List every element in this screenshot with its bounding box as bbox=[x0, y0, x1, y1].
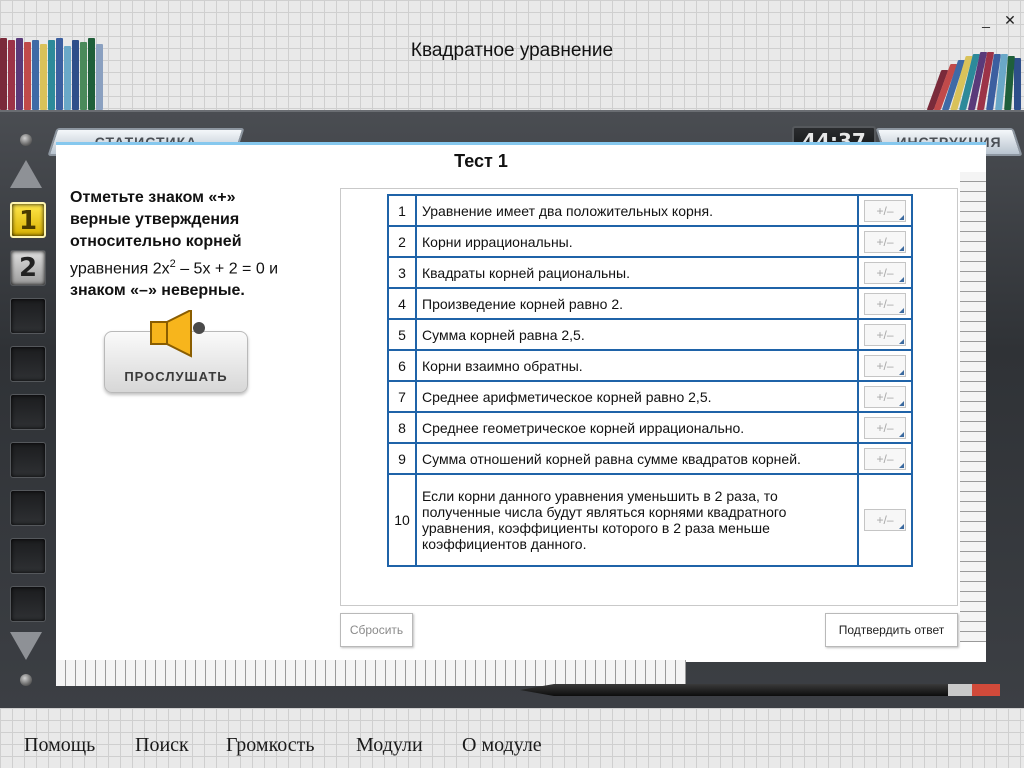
reset-button[interactable]: Сбросить bbox=[340, 613, 413, 647]
statement-number: 3 bbox=[387, 256, 417, 289]
answer-cell: +/– bbox=[857, 349, 913, 382]
answer-cell: +/– bbox=[857, 318, 913, 351]
equation-term: 2x bbox=[152, 260, 170, 278]
plus-minus-select[interactable]: +/– bbox=[864, 199, 906, 222]
question-slot[interactable]: 1 bbox=[10, 202, 46, 238]
scroll-down-arrow-icon[interactable] bbox=[10, 632, 42, 660]
statement-number: 10 bbox=[387, 473, 417, 567]
menu-item-search[interactable]: Поиск bbox=[135, 734, 189, 757]
statements-table: 1 Уравнение имеет два положительных корня… bbox=[387, 194, 913, 567]
plus-minus-select[interactable]: +/– bbox=[864, 230, 906, 253]
bottom-menu: Помощь Поиск Громкость Модули О модуле bbox=[0, 708, 1024, 768]
statement-number: 8 bbox=[387, 411, 417, 444]
ruler-decoration bbox=[960, 172, 986, 642]
minimize-button[interactable]: _ bbox=[978, 12, 994, 28]
statement-text: Корни взаимно обратны. bbox=[415, 349, 859, 382]
menu-item-volume[interactable]: Громкость bbox=[226, 734, 315, 757]
equation-line: уравнения 2x2 – 5x + 2 = 0 и bbox=[70, 253, 320, 280]
table-row: 3 Квадраты корней рациональны. +/– bbox=[387, 256, 913, 289]
window-controls: _ ✕ bbox=[978, 12, 1018, 28]
instruction-line: относительно корней bbox=[70, 233, 242, 250]
statement-text: Уравнение имеет два положительных корня. bbox=[415, 194, 859, 227]
answer-cell: +/– bbox=[857, 287, 913, 320]
screw-decoration bbox=[20, 134, 32, 146]
statement-text: Среднее арифметическое корней равно 2,5. bbox=[415, 380, 859, 413]
listen-button[interactable]: ПРОСЛУШАТЬ bbox=[104, 310, 248, 393]
statement-number: 2 bbox=[387, 225, 417, 258]
ruler-decoration bbox=[56, 660, 686, 686]
statement-text: Если корни данного уравнения уменьшить в… bbox=[415, 473, 859, 567]
question-slot[interactable] bbox=[10, 442, 46, 478]
answer-cell: +/– bbox=[857, 256, 913, 289]
instruction-line: верные утверждения bbox=[70, 211, 240, 228]
plus-minus-select[interactable]: +/– bbox=[864, 509, 906, 531]
statement-number: 1 bbox=[387, 194, 417, 227]
question-slot[interactable]: 2 bbox=[10, 250, 46, 286]
plus-minus-select[interactable]: +/– bbox=[864, 416, 906, 439]
equation-prefix: уравнения bbox=[70, 260, 153, 278]
plus-minus-select[interactable]: +/– bbox=[864, 323, 906, 346]
statement-number: 5 bbox=[387, 318, 417, 351]
table-row: 10 Если корни данного уравнения уменьшить… bbox=[387, 473, 913, 567]
menu-item-modules[interactable]: Модули bbox=[356, 734, 423, 757]
statement-text: Сумма отношений корней равна сумме квадр… bbox=[415, 442, 859, 475]
answer-cell: +/– bbox=[857, 473, 913, 567]
statement-text: Сумма корней равна 2,5. bbox=[415, 318, 859, 351]
main-frame: СТАТИСТИКА 44:37 ИНСТРУКЦИЯ 12 Тест 1 От… bbox=[0, 110, 1024, 708]
instruction-line: знаком «–» неверные. bbox=[70, 282, 245, 300]
plus-minus-select[interactable]: +/– bbox=[864, 261, 906, 284]
confirm-answer-button[interactable]: Подтвердить ответ bbox=[825, 613, 958, 647]
statements-container: 1 Уравнение имеет два положительных корня… bbox=[340, 188, 958, 606]
table-row: 6 Корни взаимно обратны. +/– bbox=[387, 349, 913, 382]
listen-button-label: ПРОСЛУШАТЬ bbox=[124, 369, 228, 384]
table-row: 7 Среднее арифметическое корней равно 2,5… bbox=[387, 380, 913, 413]
menu-item-about[interactable]: О модуле bbox=[462, 734, 542, 757]
answer-cell: +/– bbox=[857, 225, 913, 258]
task-instructions: Отметьте знаком «+» верные утверждения о… bbox=[70, 187, 320, 302]
plus-minus-select[interactable]: +/– bbox=[864, 447, 906, 470]
table-row: 5 Сумма корней равна 2,5. +/– bbox=[387, 318, 913, 351]
bookshelf-right-decoration bbox=[926, 36, 1022, 110]
instruction-line: Отметьте знаком «+» bbox=[70, 189, 236, 206]
statement-number: 7 bbox=[387, 380, 417, 413]
equation-rest: – 5x + 2 = 0 и bbox=[175, 260, 279, 278]
test-panel: Тест 1 Отметьте знаком «+» верные утверж… bbox=[56, 142, 986, 662]
menu-item-help[interactable]: Помощь bbox=[24, 734, 95, 757]
answer-cell: +/– bbox=[857, 380, 913, 413]
top-bar: Квадратное уравнение _ ✕ bbox=[0, 0, 1024, 112]
plus-minus-select[interactable]: +/– bbox=[864, 292, 906, 315]
question-slot[interactable] bbox=[10, 298, 46, 334]
table-row: 8 Среднее геометрическое корней иррациона… bbox=[387, 411, 913, 444]
question-slot[interactable] bbox=[10, 538, 46, 574]
table-row: 9 Сумма отношений корней равна сумме квад… bbox=[387, 442, 913, 475]
pencil-decoration bbox=[520, 684, 1000, 696]
statement-number: 6 bbox=[387, 349, 417, 382]
pencil-eraser-decoration bbox=[948, 684, 1000, 696]
question-slot[interactable] bbox=[10, 586, 46, 622]
statement-number: 4 bbox=[387, 287, 417, 320]
scroll-up-arrow-icon[interactable] bbox=[10, 160, 42, 188]
answer-cell: +/– bbox=[857, 442, 913, 475]
test-title: Тест 1 bbox=[454, 151, 508, 171]
plus-minus-select[interactable]: +/– bbox=[864, 354, 906, 377]
statement-number: 9 bbox=[387, 442, 417, 475]
app-title: Квадратное уравнение bbox=[410, 40, 614, 61]
speaker-icon bbox=[150, 310, 205, 358]
table-row: 1 Уравнение имеет два положительных корня… bbox=[387, 194, 913, 227]
statement-text: Квадраты корней рациональны. bbox=[415, 256, 859, 289]
answer-cell: +/– bbox=[857, 194, 913, 227]
answer-cell: +/– bbox=[857, 411, 913, 444]
statement-text: Среднее геометрическое корней иррационал… bbox=[415, 411, 859, 444]
statement-text: Корни иррациональны. bbox=[415, 225, 859, 258]
table-row: 4 Произведение корней равно 2. +/– bbox=[387, 287, 913, 320]
question-slot[interactable] bbox=[10, 490, 46, 526]
screw-decoration bbox=[20, 674, 32, 686]
plus-minus-select[interactable]: +/– bbox=[864, 385, 906, 408]
table-row: 2 Корни иррациональны. +/– bbox=[387, 225, 913, 258]
question-slot[interactable] bbox=[10, 394, 46, 430]
statement-text: Произведение корней равно 2. bbox=[415, 287, 859, 320]
question-slot[interactable] bbox=[10, 346, 46, 382]
close-button[interactable]: ✕ bbox=[1002, 12, 1018, 28]
